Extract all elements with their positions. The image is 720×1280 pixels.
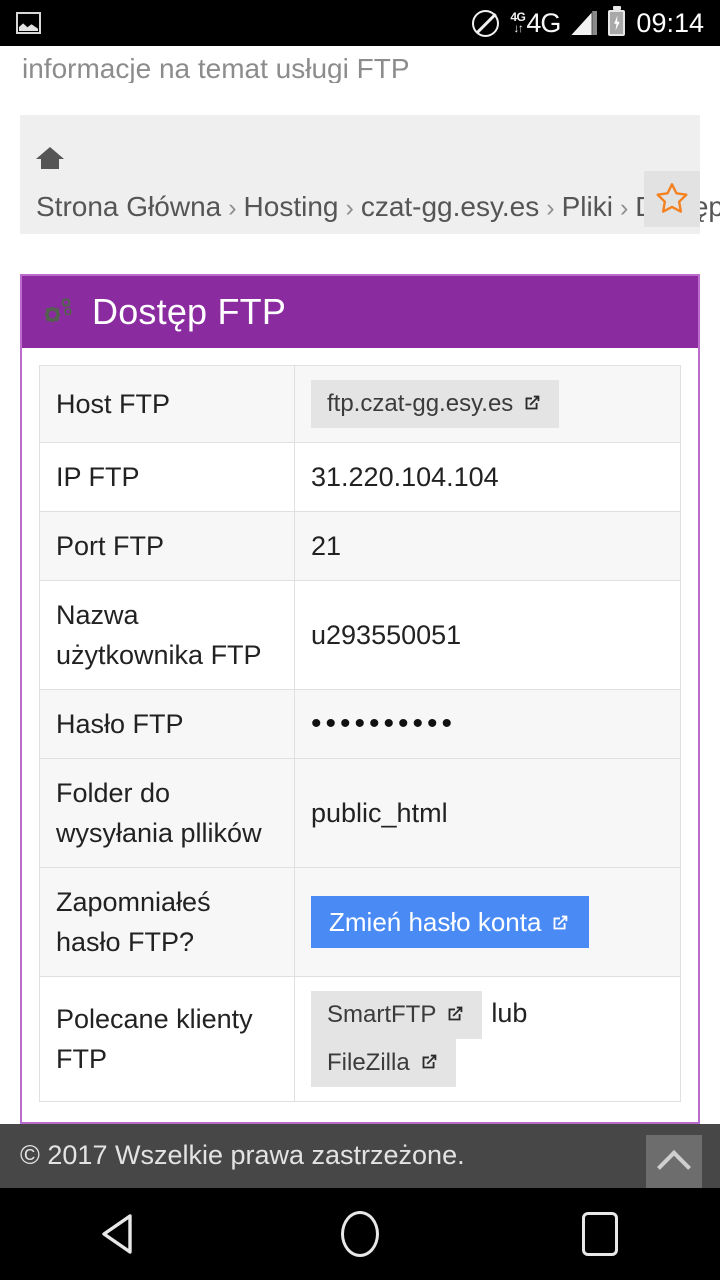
chevron-right-icon: › <box>546 194 555 223</box>
row-value: u293550051 <box>311 619 462 650</box>
password-masked: •••••••••• <box>311 706 457 740</box>
ftp-host-text: ftp.czat-gg.esy.es <box>327 389 514 417</box>
breadcrumb-item-home[interactable]: Strona Główna <box>36 191 221 222</box>
table-row: Polecane klienty FTP SmartFTP lub FileZill… <box>39 976 681 1102</box>
row-value: ftp.czat-gg.esy.es <box>294 365 681 443</box>
table-row: Zapomniałeś hasło FTP? Zmień hasło konta <box>39 867 681 977</box>
recent-square-icon <box>582 1212 618 1256</box>
change-password-button[interactable]: Zmień hasło konta <box>311 895 590 948</box>
chevron-up-icon <box>657 1149 691 1184</box>
table-row: Hasło FTP •••••••••• <box>39 689 681 759</box>
star-icon <box>656 183 688 214</box>
external-link-icon <box>549 912 571 934</box>
phone-screen: 4G ↓↑ 4G 09:14 informacje na temat usług… <box>0 0 720 1280</box>
back-triangle-icon <box>102 1214 132 1254</box>
ftp-details-table: Host FTP ftp.czat-gg.esy.es IP FTP 31.22… <box>39 364 681 1102</box>
ftp-access-panel: Dostęp FTP Host FTP ftp.czat-gg.esy.es I… <box>20 273 700 1124</box>
panel-body: Host FTP ftp.czat-gg.esy.es IP FTP 31.22… <box>22 348 698 1122</box>
breadcrumb-item-pliki[interactable]: Pliki <box>562 191 613 222</box>
row-label: Port FTP <box>39 511 295 581</box>
row-label: Folder do wysyłania pllików <box>39 758 295 868</box>
row-value: 31.220.104.104 <box>311 461 499 492</box>
external-link-icon <box>521 392 543 414</box>
no-entry-icon <box>472 9 500 37</box>
browser-viewport[interactable]: informacje na temat usługi FTP Strona Gł… <box>0 46 720 1188</box>
network-label: 4G <box>526 7 561 38</box>
4g-data-icon: 4G ↓↑ 4G <box>510 7 561 38</box>
smartftp-label: SmartFTP <box>327 1000 437 1028</box>
row-value: Zmień hasło konta <box>294 867 681 977</box>
signal-icon <box>571 11 598 35</box>
battery-charging-icon <box>608 10 626 36</box>
table-row: IP FTP 31.220.104.104 <box>39 442 681 512</box>
table-row: Host FTP ftp.czat-gg.esy.es <box>39 365 681 443</box>
table-row: Folder do wysyłania pllików public_html <box>39 758 681 868</box>
photo-icon <box>16 12 41 34</box>
row-label: Hasło FTP <box>39 689 295 759</box>
data-arrows-icon: ↓↑ <box>513 21 524 35</box>
home-icon <box>36 147 64 170</box>
external-link-icon <box>418 1051 440 1073</box>
status-bar-notifications <box>16 12 41 34</box>
chevron-right-icon: › <box>619 194 629 223</box>
chevron-right-icon: › <box>228 194 237 223</box>
row-value: public_html <box>294 758 681 868</box>
nav-recent-button[interactable] <box>540 1188 660 1280</box>
ftp-host-link[interactable]: ftp.czat-gg.esy.es <box>311 379 560 428</box>
nav-home-button[interactable] <box>300 1188 420 1280</box>
bookmark-button[interactable] <box>644 171 700 228</box>
status-bar-system-icons: 4G ↓↑ 4G 09:14 <box>472 8 704 39</box>
change-password-label: Zmień hasło konta <box>329 906 542 937</box>
external-link-icon <box>444 1003 466 1025</box>
row-label: IP FTP <box>39 442 295 512</box>
row-value: •••••••••• <box>294 689 681 759</box>
gears-icon <box>44 297 72 322</box>
row-label: Host FTP <box>39 365 295 443</box>
android-nav-bar <box>0 1188 720 1280</box>
filezilla-label: FileZilla <box>327 1048 410 1076</box>
nav-back-button[interactable] <box>60 1188 180 1280</box>
row-label: Zapomniałeś hasło FTP? <box>39 867 295 977</box>
scroll-to-top-button[interactable] <box>646 1134 702 1188</box>
copyright-text: © 2017 Wszelkie prawa zastrzeżone. <box>20 1140 465 1171</box>
home-circle-icon <box>341 1211 379 1257</box>
status-bar-clock: 09:14 <box>636 7 704 38</box>
smartftp-link[interactable]: SmartFTP <box>311 990 483 1039</box>
row-value: SmartFTP lub FileZilla <box>295 976 681 1101</box>
row-label: Polecane klienty FTP <box>39 976 295 1102</box>
row-label: Nazwa użytkownika FTP <box>39 580 295 690</box>
table-row: Port FTP 21 <box>39 511 681 581</box>
status-bar: 4G ↓↑ 4G 09:14 <box>0 0 720 46</box>
panel-title: Dostęp FTP <box>92 290 287 332</box>
page-lead-text: informacje na temat usługi FTP <box>22 53 410 84</box>
table-row: Nazwa użytkownika FTP u293550051 <box>39 580 681 690</box>
row-value: 21 <box>294 511 681 581</box>
breadcrumb-item-hosting[interactable]: Hosting <box>244 191 339 222</box>
separator-label: lub <box>491 997 528 1028</box>
page-footer: © 2017 Wszelkie prawa zastrzeżone. <box>0 1123 720 1188</box>
filezilla-link[interactable]: FileZilla <box>311 1038 456 1087</box>
breadcrumb-item-domain[interactable]: czat-gg.esy.es <box>361 191 539 222</box>
breadcrumb: Strona Główna › Hosting › czat-gg.esy.es › Pli… <box>20 115 720 234</box>
panel-header: Dostęp FTP <box>22 275 698 348</box>
chevron-right-icon: › <box>345 194 354 223</box>
